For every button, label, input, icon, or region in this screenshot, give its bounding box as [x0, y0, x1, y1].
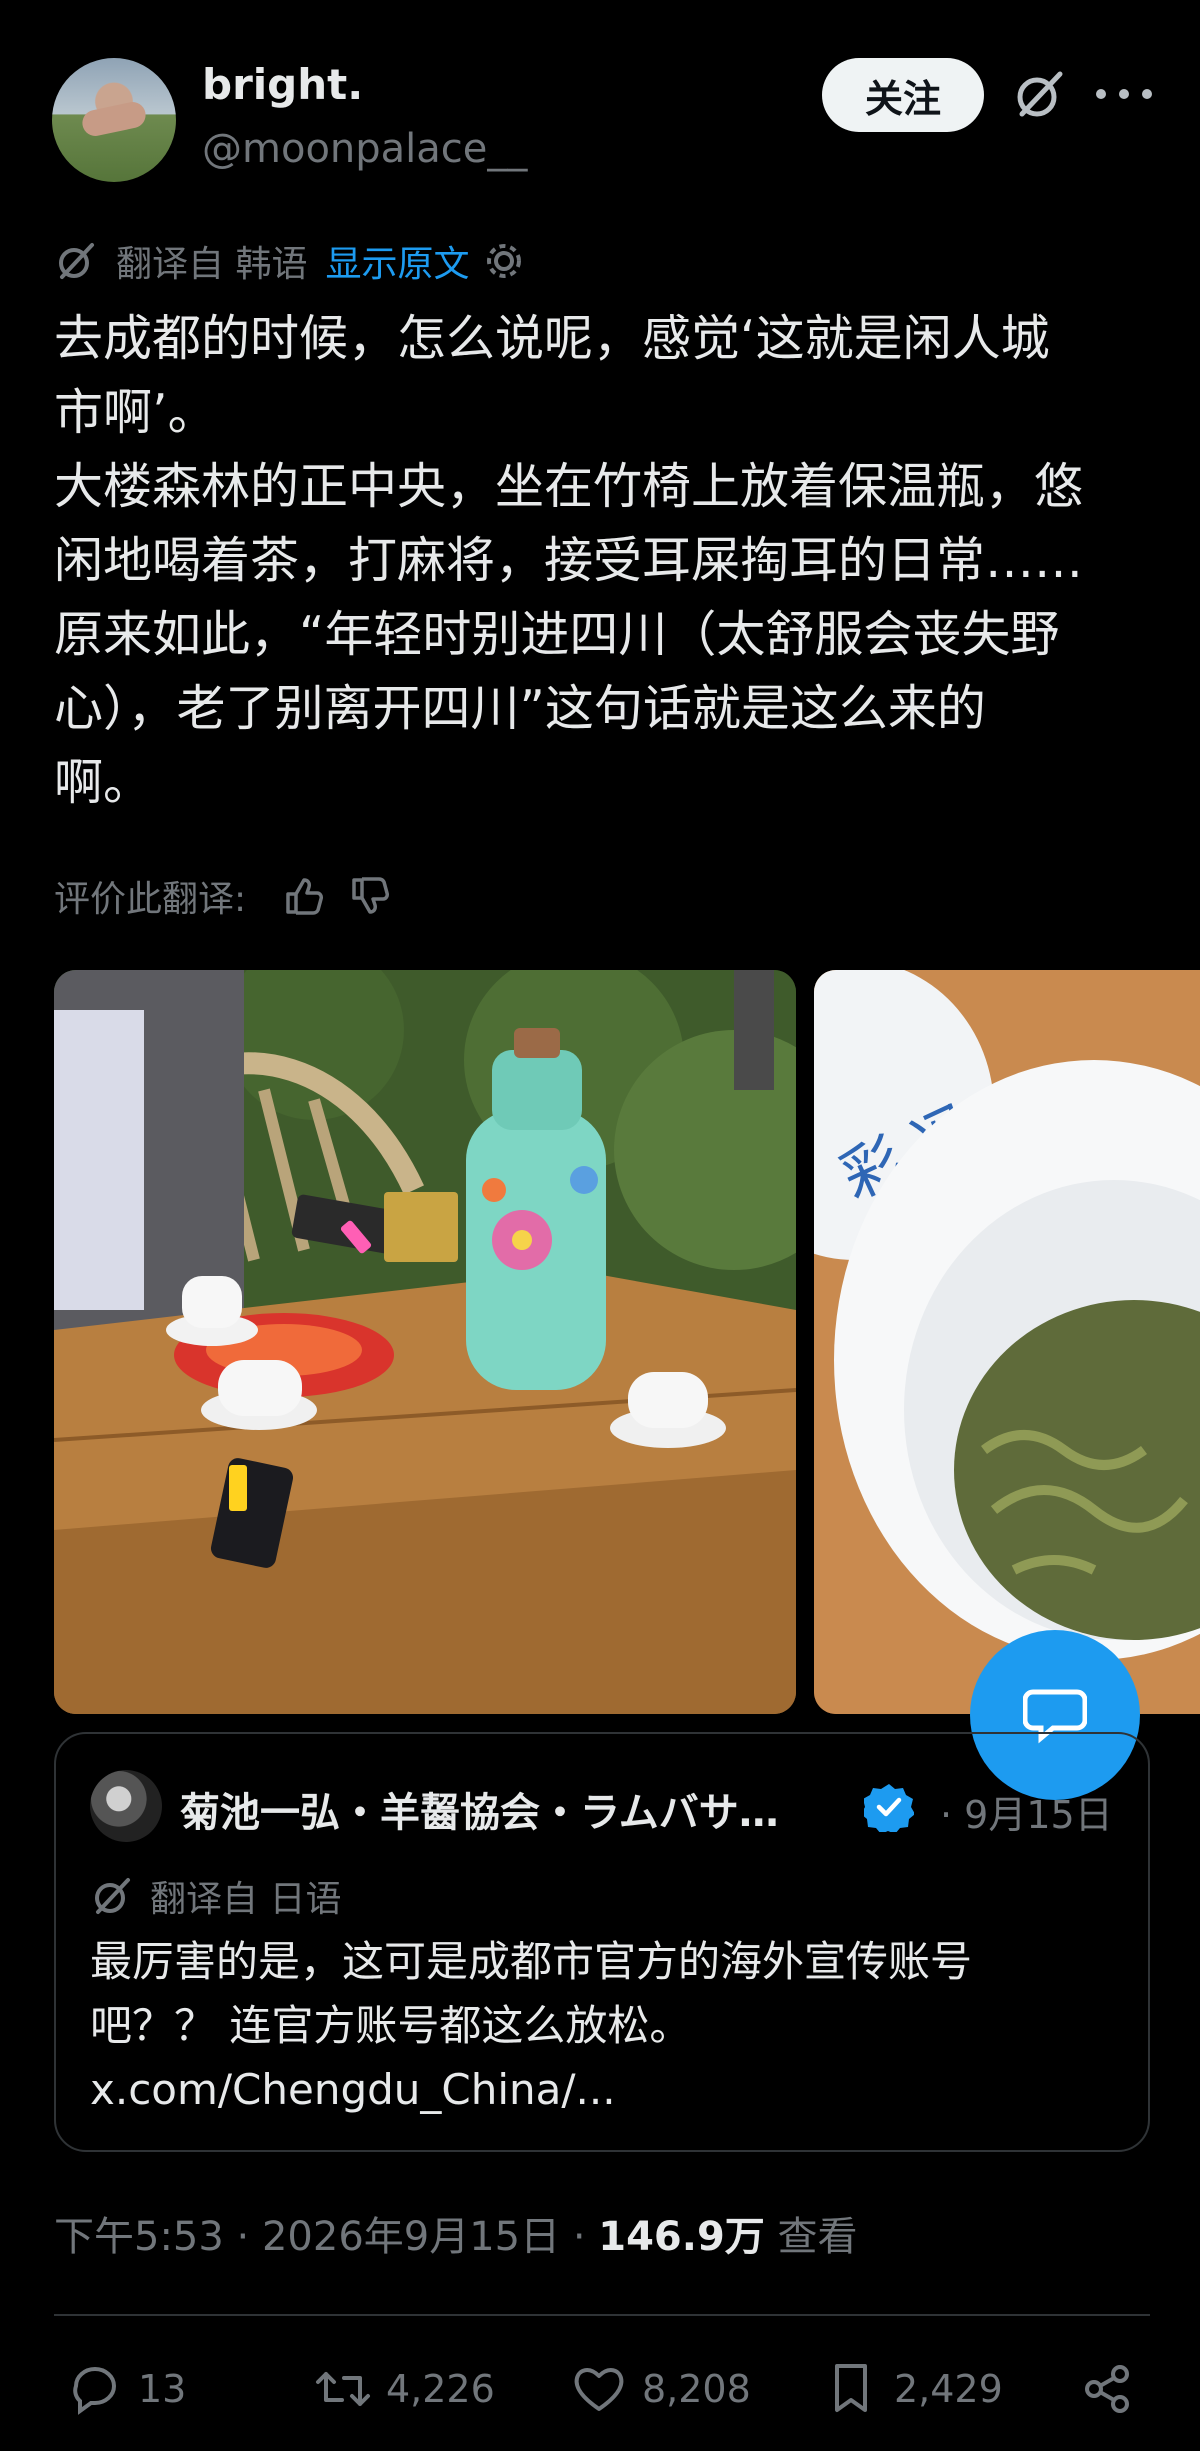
author-avatar[interactable]	[52, 58, 176, 182]
share-icon	[1085, 2365, 1129, 2413]
quoted-tweet-date: · 9月15日	[940, 1793, 1113, 1837]
tea-table-photo[interactable]	[54, 970, 796, 1714]
follow-button[interactable]: 关注	[822, 58, 984, 132]
quoted-author-avatar[interactable]	[90, 1770, 162, 1842]
tweet-line: 原来如此，“年轻时别进四川（太舒服会丧失野	[54, 606, 1060, 663]
quoted-author-name[interactable]: 菊池一弘・羊齧協会・ラムバサ…	[180, 1780, 779, 1838]
verified-badge-icon	[864, 1784, 914, 1832]
tweet-meta: 下午5:53 · 2026年9月15日 · 146.9万 查看	[54, 2204, 858, 2262]
quoted-tweet-link[interactable]: x.com/Chengdu_China/...	[90, 2058, 1120, 2122]
more-icon[interactable]	[1096, 72, 1152, 116]
bookmark-count: 2,429	[894, 2367, 1003, 2411]
quoted-tweet[interactable]: 菊池一弘・羊齧協会・ラムバサ… · 9月15日 翻译自 日语 最厉害的是，这可是…	[54, 1732, 1150, 2152]
tweet-line: 啊。	[54, 754, 153, 811]
tweet-line: 大楼森林的正中央，坐在竹椅上放着保温瓶，悠	[54, 458, 1084, 515]
translate-icon	[95, 1878, 130, 1914]
tweet-text: 去成都的时候，怎么说呢，感觉‘这就是闲人城 市啊’。 大楼森林的正中央，坐在竹椅…	[54, 302, 1164, 820]
repost-button[interactable]: 4,226	[314, 2360, 495, 2418]
share-button[interactable]	[1078, 2360, 1150, 2418]
quoted-translation-row: 翻译自 日语	[90, 1870, 341, 1922]
translation-source: 翻译自 韩语	[116, 244, 308, 285]
reply-icon	[73, 2367, 116, 2415]
tea-bowl-photo[interactable]: 彩 冯	[814, 970, 1200, 1714]
author-display-name[interactable]: bright.	[202, 60, 363, 109]
media-gallery: 彩 冯	[54, 970, 1200, 1714]
quoted-text-line: 吧？？ 连官方账号都这么放松。	[90, 2001, 692, 2050]
like-count: 8,208	[642, 2367, 751, 2411]
translation-row: 翻译自 韩语 显示原文	[54, 236, 525, 286]
views-label: 查看	[764, 2214, 858, 2260]
rate-translation-label: 评价此翻译:	[54, 879, 247, 920]
repost-count: 4,226	[386, 2367, 495, 2411]
quoted-tweet-text: 最厉害的是，这可是成都市官方的海外宣传账号 吧？？ 连官方账号都这么放松。 x.…	[90, 1930, 1120, 2122]
heart-icon	[574, 2368, 624, 2411]
like-button[interactable]: 8,208	[570, 2360, 751, 2418]
quoted-translation-source: 翻译自 日语	[150, 1879, 342, 1920]
bookmark-button[interactable]: 2,429	[822, 2360, 1003, 2418]
quoted-text-line: 最厉害的是，这可是成都市官方的海外宣传账号	[90, 1937, 973, 1986]
repost-icon	[316, 2372, 370, 2406]
views-count: 146.9万	[598, 2214, 765, 2260]
bookmark-icon	[835, 2364, 867, 2412]
thumbs-up-icon[interactable]	[282, 874, 326, 918]
tweet-header: bright. @moonpalace__ 关注	[0, 0, 1200, 200]
tweet-line: 心），老了别离开四川”这句话就是这么来的	[54, 680, 986, 737]
thumbs-down-icon[interactable]	[348, 874, 392, 918]
tweet-line: 市啊’。	[54, 384, 217, 441]
action-bar: 13 4,226 8,208 2,429	[0, 2350, 1200, 2430]
grok-icon[interactable]	[1010, 66, 1068, 124]
show-original-link[interactable]: 显示原文	[325, 235, 469, 287]
author-handle[interactable]: @moonpalace__	[202, 126, 527, 172]
translate-icon	[59, 243, 94, 279]
tea-bowl-illustration: 彩 冯	[814, 970, 1200, 1714]
tweet-timestamp[interactable]: 下午5:53 · 2026年9月15日 ·	[54, 2214, 598, 2260]
divider	[54, 2314, 1150, 2316]
tweet-line: 闲地喝着茶，打麻将，接受耳屎掏耳的日常……	[54, 532, 1084, 589]
tweet-line: 去成都的时候，怎么说呢，感觉‘这就是闲人城	[54, 310, 1050, 367]
reply-count: 13	[138, 2367, 187, 2411]
reply-button[interactable]: 13	[66, 2360, 186, 2418]
tea-table-illustration	[54, 970, 796, 1714]
gear-icon[interactable]	[483, 240, 525, 282]
rate-translation-row: 评价此翻译:	[54, 870, 392, 922]
